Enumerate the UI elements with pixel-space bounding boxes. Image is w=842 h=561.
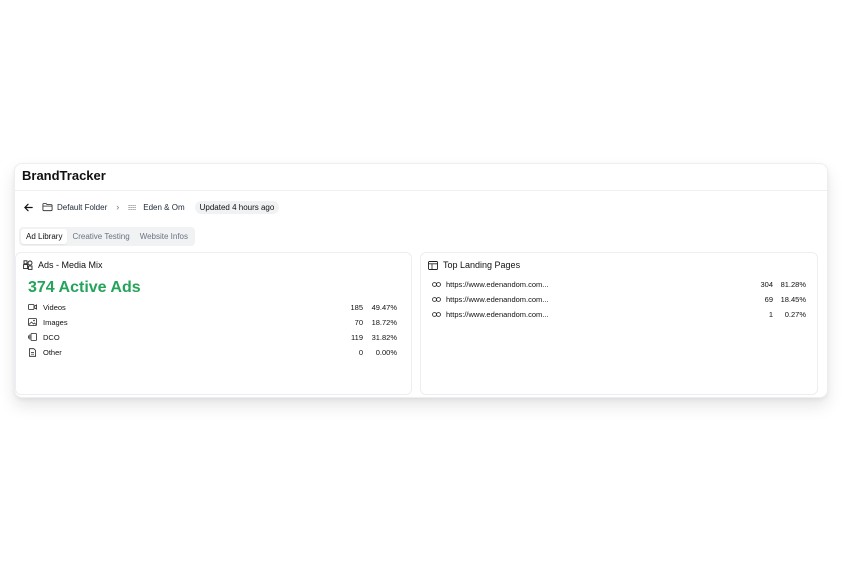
chevron-right-icon: › [116, 202, 120, 212]
shapes-icon [23, 260, 33, 270]
landing-page-percent: 18.45% [780, 294, 806, 304]
other-icon [29, 347, 36, 357]
active-ads-count: 374 Active Ads [28, 279, 141, 296]
media-row-other: Other 0 0.00% [28, 346, 397, 358]
media-row-images: Images 70 18.72% [28, 316, 397, 328]
landing-page-percent: 81.28% [780, 279, 806, 289]
media-label: Other [43, 347, 62, 357]
landing-page-url[interactable]: https://www.edenandom.com... [446, 310, 743, 319]
dco-icon [28, 333, 37, 341]
media-percent: 49.47% [371, 302, 397, 312]
back-arrow-icon[interactable] [23, 202, 34, 213]
media-percent: 18.72% [371, 317, 397, 327]
updated-badge: Updated 4 hours ago [194, 200, 280, 214]
media-mix-title-text: Ads - Media Mix [38, 260, 103, 270]
media-row-videos: Videos 185 49.47% [28, 301, 397, 313]
brand-icon [128, 204, 137, 211]
landing-page-count: 69 [764, 294, 773, 304]
browser-window-icon [428, 260, 438, 270]
image-icon [28, 318, 37, 326]
link-icon [432, 281, 441, 287]
media-label: Videos [43, 302, 66, 312]
landing-page-count: 1 [768, 309, 773, 319]
breadcrumb-folder[interactable]: Default Folder [57, 203, 107, 212]
media-percent: 0.00% [375, 347, 397, 357]
landing-page-row[interactable]: https://www.edenandom.com... 304 81.28% [432, 278, 806, 290]
link-icon [432, 296, 441, 302]
media-count: 185 [350, 302, 363, 312]
media-row-dco: DCO 119 31.82% [28, 331, 397, 343]
landing-pages-title: Top Landing Pages [428, 260, 520, 270]
landing-page-count: 304 [760, 279, 773, 289]
media-label: DCO [43, 332, 60, 342]
landing-page-row[interactable]: https://www.edenandom.com... 69 18.45% [432, 293, 806, 305]
folder-icon [42, 202, 53, 212]
media-mix-title: Ads - Media Mix [23, 260, 103, 270]
tab-ad-library[interactable]: Ad Library [21, 229, 68, 244]
media-count: 70 [354, 317, 363, 327]
landing-page-url[interactable]: https://www.edenandom.com... [446, 280, 743, 289]
landing-pages-title-text: Top Landing Pages [443, 260, 521, 270]
link-icon [432, 311, 441, 317]
app-window: BrandTracker Default Folder › Eden & Om … [14, 163, 828, 398]
media-label: Images [43, 317, 68, 327]
breadcrumb: Default Folder › Eden & Om Updated 4 hou… [23, 199, 280, 215]
media-percent: 31.82% [371, 332, 397, 342]
landing-page-url[interactable]: https://www.edenandom.com... [446, 295, 743, 304]
landing-page-row[interactable]: https://www.edenandom.com... 1 0.27% [432, 308, 806, 320]
video-icon [28, 304, 37, 310]
landing-pages-card: Top Landing Pages https://www.edenandom.… [420, 252, 818, 395]
breadcrumb-brand[interactable]: Eden & Om [143, 203, 184, 212]
tab-bar: Ad Library Creative Testing Website Info… [19, 227, 196, 246]
media-count: 0 [358, 347, 363, 357]
tab-creative-testing[interactable]: Creative Testing [67, 229, 134, 244]
header-divider [15, 190, 827, 191]
tab-website-infos[interactable]: Website Infos [135, 229, 193, 244]
media-count: 119 [351, 332, 363, 342]
landing-page-percent: 0.27% [784, 309, 806, 319]
app-title: BrandTracker [22, 168, 106, 183]
media-mix-card: Ads - Media Mix 374 Active Ads Videos 18… [15, 252, 412, 395]
